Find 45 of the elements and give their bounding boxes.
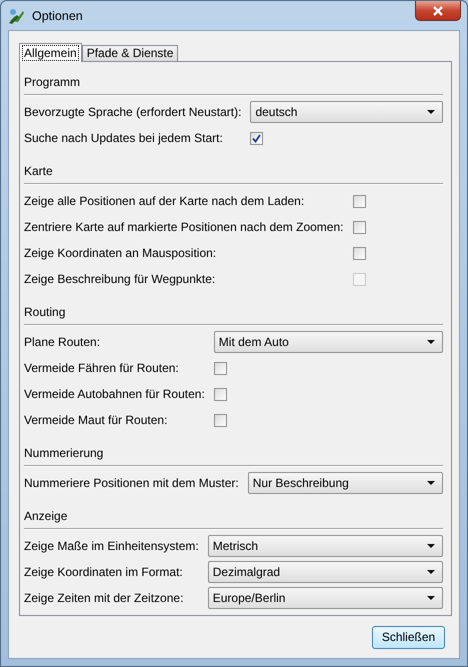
field-label: Zeige alle Positionen auf der Karte nach dem Laden: <box>24 193 306 210</box>
dropdown[interactable]: Europe/Berlin <box>208 587 443 609</box>
close-button[interactable] <box>415 1 461 21</box>
tab[interactable]: Allgemein <box>19 43 82 62</box>
dropdown[interactable]: Nur Beschreibung <box>248 472 443 494</box>
checkbox[interactable] <box>250 132 264 144</box>
caret-icon <box>427 110 435 114</box>
dropdown[interactable]: Dezimalgrad <box>208 561 443 583</box>
checkbox[interactable] <box>352 194 366 208</box>
checkbox[interactable] <box>352 246 366 260</box>
caret-icon <box>427 481 435 485</box>
field-label: Zeige Koordinaten im Format: <box>24 564 184 581</box>
app-icon <box>8 6 26 24</box>
field-label: Zeige Koordinaten an Mausposition: <box>24 245 218 262</box>
window-title: Optionen <box>32 8 83 22</box>
field-label: Zentriere Karte auf markierte Positionen nach dem Zoomen: <box>24 219 344 236</box>
checkbox[interactable] <box>352 220 366 234</box>
field-label: Plane Routen: <box>24 334 102 351</box>
tab[interactable]: Pfade & Dienste <box>82 45 178 61</box>
dropdown[interactable]: Mit dem Auto <box>214 331 443 353</box>
close-icon <box>432 6 444 16</box>
close-dialog-button[interactable]: Schließen <box>372 626 445 648</box>
caret-icon <box>427 570 435 574</box>
section-title: Routing <box>24 304 66 320</box>
caret-icon <box>427 544 435 548</box>
field-label: Zeige Zeiten mit der Zeitzone: <box>24 590 184 607</box>
caret-icon <box>427 596 435 600</box>
field-label: Vermeide Fähren für Routen: <box>24 360 180 377</box>
section-title: Programm <box>24 74 82 90</box>
dropdown[interactable]: Metrisch <box>208 535 443 557</box>
caret-icon <box>427 340 435 344</box>
checkbox[interactable] <box>214 414 227 426</box>
field-label: Nummeriere Positionen mit dem Muster: <box>24 475 239 492</box>
field-label: Suche nach Updates bei jedem Start: <box>24 130 224 147</box>
dropdown[interactable]: deutsch <box>250 101 443 123</box>
field-label: Bevorzugte Sprache (erfordert Neustart): <box>24 104 242 121</box>
checkbox[interactable] <box>214 388 227 400</box>
field-label: Zeige Beschreibung für Wegpunkte: <box>24 271 216 288</box>
section-title: Anzeige <box>24 508 68 524</box>
section-title: Karte <box>24 163 54 179</box>
field-label: Vermeide Maut für Routen: <box>24 412 168 429</box>
field-label: Zeige Maße im Einheitensystem: <box>24 538 199 555</box>
section-title: Nummerierung <box>24 445 104 461</box>
checkbox[interactable] <box>214 362 227 374</box>
field-label: Vermeide Autobahnen für Routen: <box>24 386 205 403</box>
